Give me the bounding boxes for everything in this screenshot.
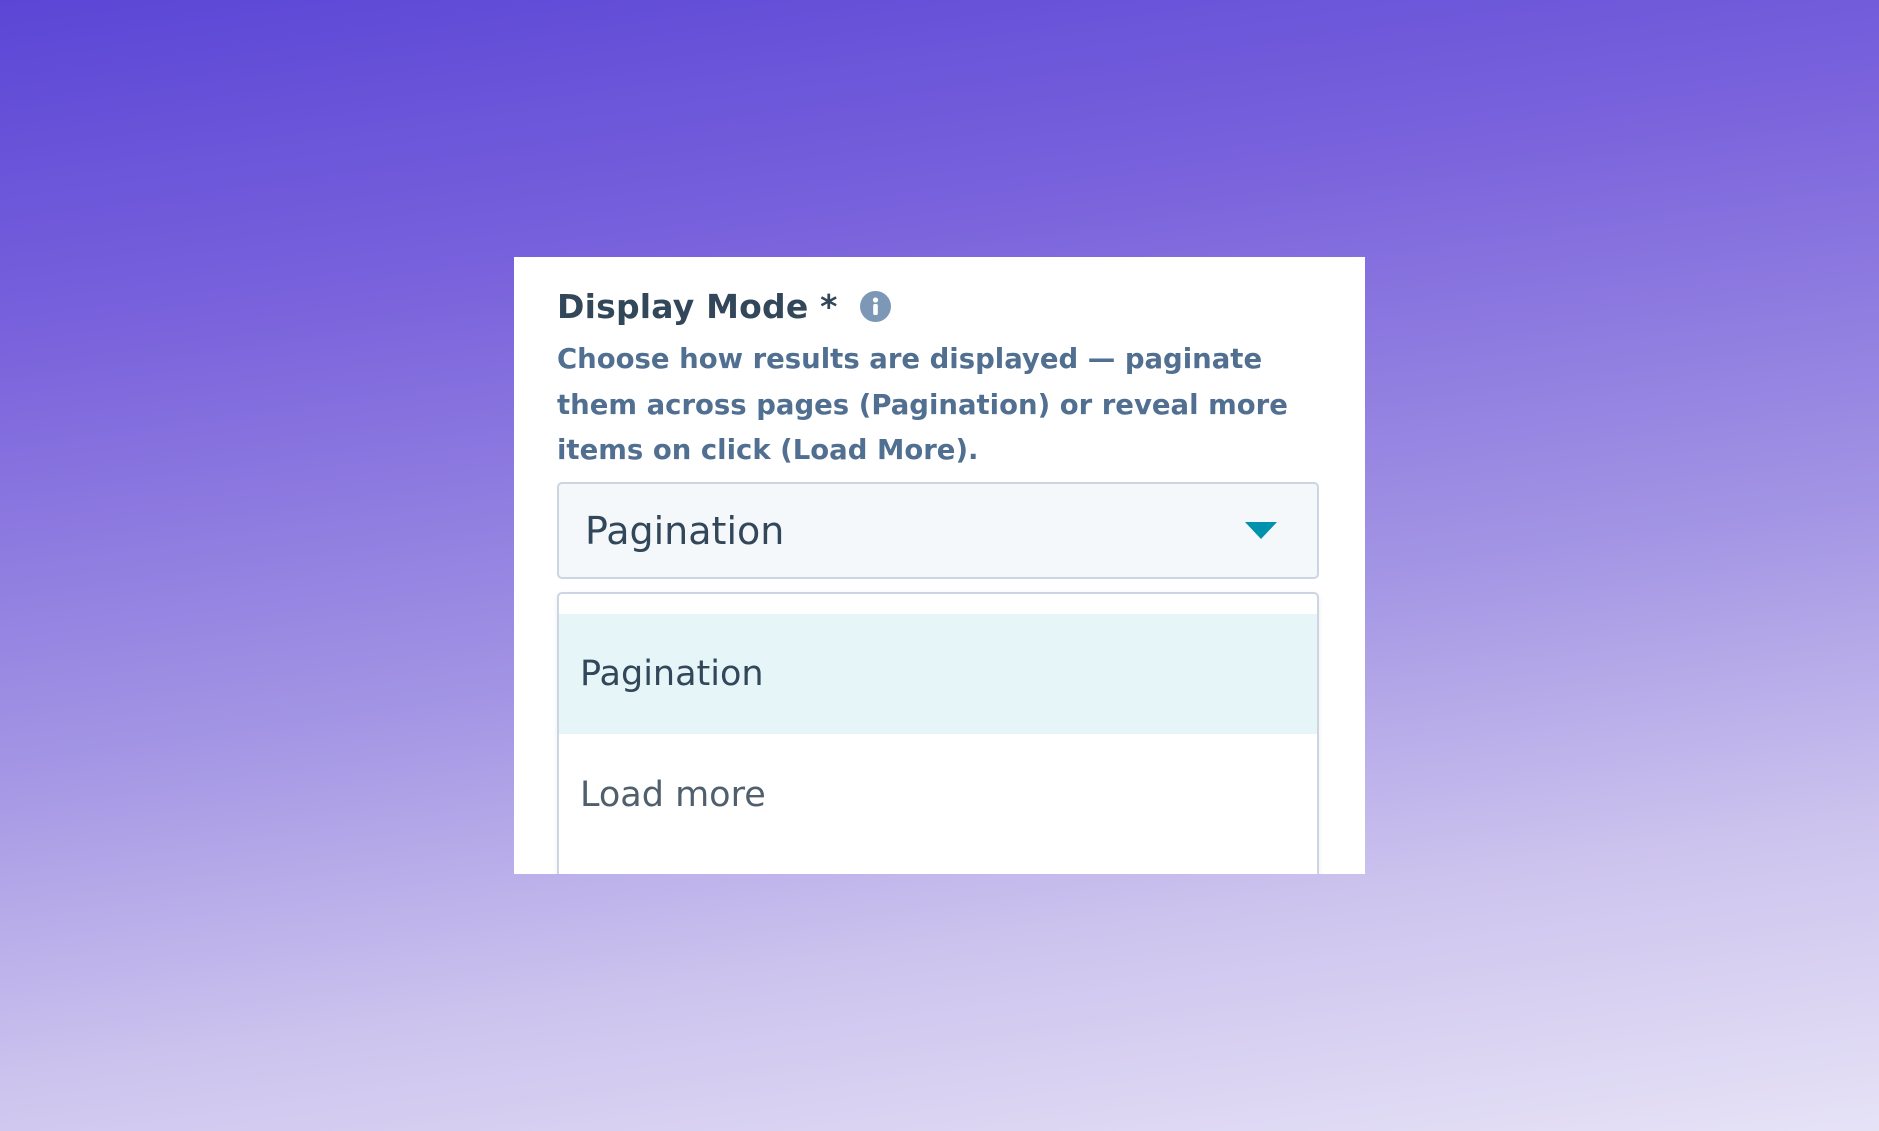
field-label-row: Display Mode * <box>557 287 891 326</box>
dropdown-menu: Pagination Load more <box>557 592 1319 874</box>
display-mode-select[interactable]: Pagination <box>557 482 1319 579</box>
field-label: Display Mode * <box>557 287 838 326</box>
dropdown-option-load-more[interactable]: Load more <box>559 734 1317 855</box>
selected-value: Pagination <box>585 508 785 553</box>
info-icon[interactable] <box>859 291 891 322</box>
field-card: Display Mode * Choose how results are di… <box>514 257 1365 874</box>
field-help-text: Choose how results are displayed — pagin… <box>557 343 1288 466</box>
dropdown-option-pagination[interactable]: Pagination <box>559 614 1317 734</box>
info-icon-glyph <box>872 297 878 315</box>
dropdown-option-label: Load more <box>580 774 766 815</box>
dropdown-option-label: Pagination <box>580 654 764 694</box>
caret-down-icon[interactable] <box>1245 521 1277 539</box>
